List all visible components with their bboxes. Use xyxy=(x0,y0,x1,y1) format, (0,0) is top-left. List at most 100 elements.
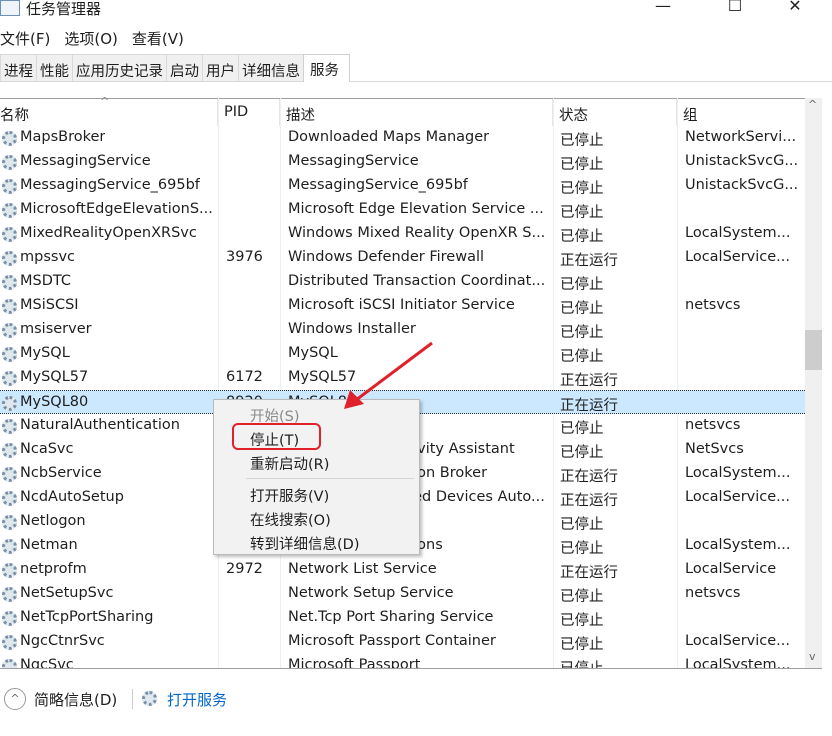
service-gear-icon xyxy=(2,467,17,482)
cell-status: 已停止 xyxy=(560,157,604,173)
cell-status: 正在运行 xyxy=(560,373,618,389)
cell-status: 已停止 xyxy=(560,349,604,365)
table-row[interactable]: MSiSCSI Microsoft iSCSI Initiator Service… xyxy=(0,294,805,318)
table-row[interactable]: MSDTC Distributed Transaction Coordinat..… xyxy=(0,270,805,294)
service-gear-icon xyxy=(2,275,17,290)
cell-desc: MessagingService xyxy=(288,153,419,169)
table-row[interactable]: NgcSvc Microsoft Passport 已停止 LocalSystem..… xyxy=(0,654,805,668)
menu-item-search-online[interactable]: 在线搜索(O) xyxy=(250,509,331,530)
cell-desc: Distributed Transaction Coordinat... xyxy=(288,273,546,289)
cell-name: MSiSCSI xyxy=(20,297,79,313)
table-row[interactable]: msiserver Windows Installer 已停止 xyxy=(0,318,805,342)
menu-separator xyxy=(246,478,414,479)
cell-desc: Network List Service xyxy=(288,561,437,577)
menu-item-go-to-details[interactable]: 转到详细信息(D) xyxy=(250,533,359,554)
services-gear-icon xyxy=(142,691,157,706)
cell-name: NcdAutoSetup xyxy=(20,489,124,505)
cell-name: MicrosoftEdgeElevationS... xyxy=(20,201,213,217)
service-gear-icon xyxy=(2,515,17,530)
cell-name: netprofm xyxy=(20,561,87,577)
services-table: MapsBroker Downloaded Maps Manager 已停止 Netw… xyxy=(0,0,805,668)
service-gear-icon xyxy=(2,587,17,602)
cell-status: 已停止 xyxy=(560,181,604,197)
cell-status: 已停止 xyxy=(560,277,604,293)
cell-name: MessagingService xyxy=(20,153,151,169)
cell-group: LocalService... xyxy=(685,249,790,265)
cell-name: MapsBroker xyxy=(20,129,106,145)
cell-name: NgcSvc xyxy=(20,657,74,668)
cell-status: 已停止 xyxy=(560,589,604,605)
cell-status: 已停止 xyxy=(560,541,604,557)
cell-name: Netman xyxy=(20,537,78,553)
cell-group: NetworkServi... xyxy=(685,129,797,145)
table-row[interactable]: MixedRealityOpenXRSvc Windows Mixed Reali… xyxy=(0,222,805,246)
cell-status: 已停止 xyxy=(560,517,604,533)
cell-name: MessagingService_695bf xyxy=(20,177,200,193)
cell-name: mpssvc xyxy=(20,249,75,265)
service-gear-icon xyxy=(2,611,17,626)
annotation-highlight-box xyxy=(232,423,321,450)
service-gear-icon xyxy=(2,491,17,506)
service-gear-icon xyxy=(2,131,17,146)
cell-status: 已停止 xyxy=(560,301,604,317)
service-gear-icon xyxy=(2,155,17,170)
table-row[interactable]: MySQL MySQL 已停止 xyxy=(0,342,805,366)
table-row[interactable]: mpssvc 3976 Windows Defender Firewall 正在运行 L… xyxy=(0,246,805,270)
cell-desc: Windows Defender Firewall xyxy=(288,249,485,265)
service-gear-icon xyxy=(2,347,17,362)
cell-name: NcaSvc xyxy=(20,441,74,457)
cell-name: NgcCtnrSvc xyxy=(20,633,105,649)
service-gear-icon xyxy=(2,563,17,578)
table-row[interactable]: MessagingService MessagingService 已停止 Unist… xyxy=(0,150,805,174)
cell-name: NcbService xyxy=(20,465,102,481)
menu-item-open-services[interactable]: 打开服务(V) xyxy=(250,485,329,506)
cell-group: LocalSystem... xyxy=(685,657,791,668)
cell-status: 已停止 xyxy=(560,229,604,245)
chevron-up-icon[interactable]: ^ xyxy=(4,688,26,710)
open-services-link[interactable]: 打开服务 xyxy=(167,689,227,710)
service-gear-icon xyxy=(2,323,17,338)
service-gear-icon xyxy=(2,371,17,386)
cell-group: netsvcs xyxy=(685,417,741,433)
service-gear-icon xyxy=(2,539,17,554)
scroll-up-icon[interactable]: ^ xyxy=(808,98,817,111)
service-gear-icon xyxy=(2,251,17,266)
cell-status: 已停止 xyxy=(560,613,604,629)
cell-status: 已停止 xyxy=(560,133,604,149)
service-gear-icon xyxy=(2,299,17,314)
vertical-scrollbar[interactable]: ^ v xyxy=(805,98,822,668)
fewer-details-link[interactable]: 简略信息(D) xyxy=(34,689,117,710)
menu-item-restart[interactable]: 重新启动(R) xyxy=(250,453,329,474)
cell-desc: Microsoft iSCSI Initiator Service xyxy=(288,297,515,313)
scroll-thumb[interactable] xyxy=(805,330,822,370)
table-row[interactable]: MicrosoftEdgeElevationS... Microsoft Edge… xyxy=(0,198,805,222)
cell-group: LocalSystem... xyxy=(685,465,791,481)
table-row[interactable]: MySQL57 6172 MySQL57 正在运行 xyxy=(0,366,805,390)
cell-status: 已停止 xyxy=(560,657,604,668)
cell-name: MySQL xyxy=(20,345,70,361)
table-row[interactable]: NetTcpPortSharing Net.Tcp Port Sharing Se… xyxy=(0,606,805,630)
footer-bar: ^ 简略信息(D) 打开服务 xyxy=(0,668,822,736)
service-gear-icon xyxy=(2,443,17,458)
scroll-down-icon[interactable]: v xyxy=(809,650,816,663)
table-row[interactable]: MessagingService_695bf MessagingService_6… xyxy=(0,174,805,198)
cell-desc: Network Setup Service xyxy=(288,585,454,601)
table-row[interactable]: NetSetupSvc Network Setup Service 已停止 netsv… xyxy=(0,582,805,606)
cell-desc: MySQL xyxy=(288,345,338,361)
cell-pid: 3976 xyxy=(226,249,263,265)
cell-pid: 2972 xyxy=(226,561,263,577)
table-row[interactable]: netprofm 2972 Network List Service 正在运行 Loca… xyxy=(0,558,805,582)
cell-status: 已停止 xyxy=(560,205,604,221)
cell-group: LocalService... xyxy=(685,633,790,649)
cell-status: 已停止 xyxy=(560,325,604,341)
table-row[interactable]: NgcCtnrSvc Microsoft Passport Container 已停… xyxy=(0,630,805,654)
cell-group: LocalService xyxy=(685,561,777,577)
cell-desc: Microsoft Passport Container xyxy=(288,633,496,649)
table-row[interactable]: MapsBroker Downloaded Maps Manager 已停止 Netw… xyxy=(0,126,805,150)
cell-name: NetTcpPortSharing xyxy=(20,609,154,625)
cell-desc: Microsoft Edge Elevation Service ... xyxy=(288,201,544,217)
cell-group: NetSvcs xyxy=(685,441,744,457)
cell-group: LocalSystem... xyxy=(685,225,791,241)
cell-group: netsvcs xyxy=(685,585,741,601)
cell-status: 已停止 xyxy=(560,445,604,461)
